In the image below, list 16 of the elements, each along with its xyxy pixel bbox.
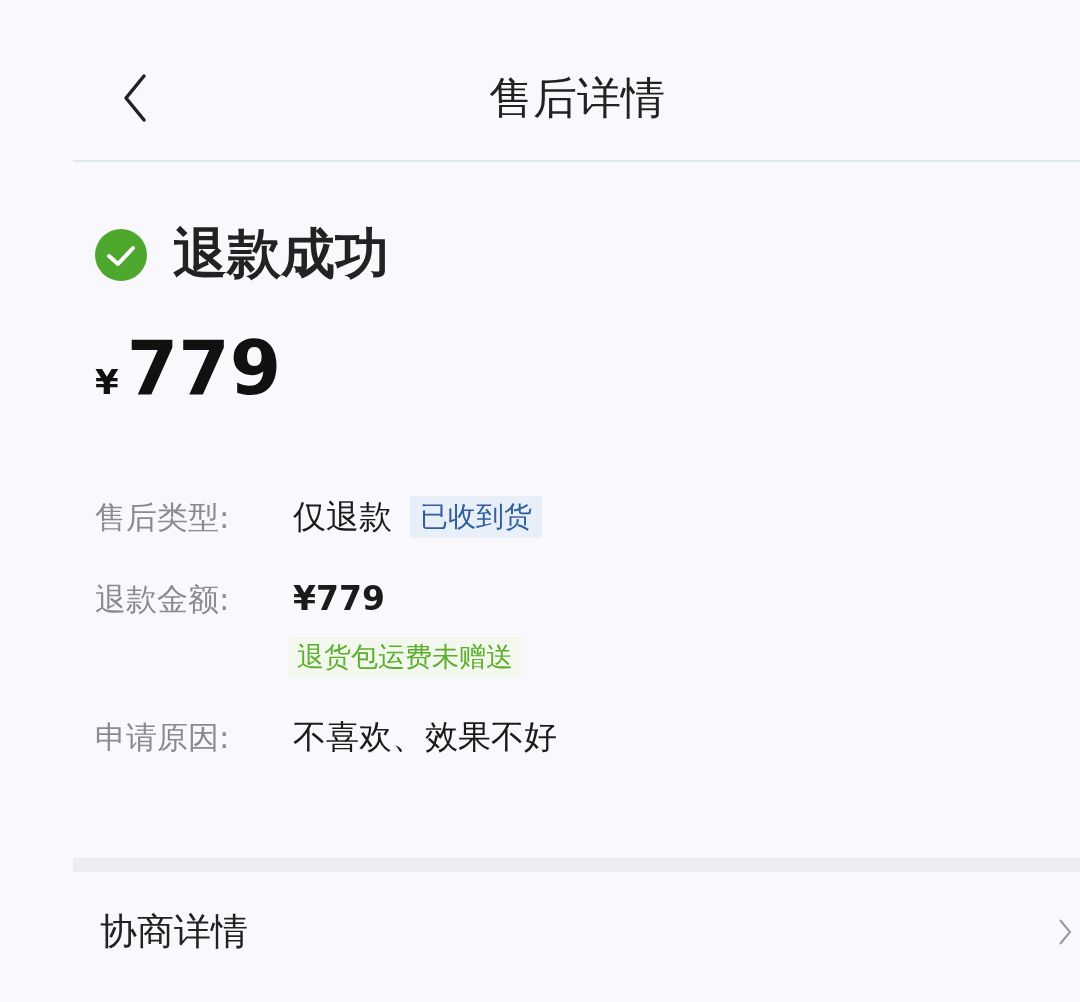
detail-label: 退款金额: — [95, 580, 231, 619]
status-tag: 已收到货 — [410, 496, 542, 538]
detail-value: ¥779 — [293, 578, 385, 620]
currency-symbol: ¥ — [95, 362, 119, 402]
detail-value: 仅退款 — [293, 496, 392, 538]
detail-label: 售后类型: — [95, 498, 231, 537]
detail-label: 申请原因: — [95, 718, 231, 757]
success-check-icon — [95, 228, 147, 281]
section-title: 协商详情 — [100, 909, 248, 955]
detail-value: 不喜欢、效果不好 — [293, 716, 557, 758]
page-title: 售后详情 — [488, 70, 665, 125]
shipping-note: 退货包运费未赠送 — [289, 637, 521, 677]
section-row[interactable]: 协商详情 — [73, 872, 1080, 992]
status-text: 退款成功 — [173, 221, 389, 287]
refund-amount: 779 — [126, 325, 282, 411]
chevron-right-icon — [1058, 918, 1072, 946]
